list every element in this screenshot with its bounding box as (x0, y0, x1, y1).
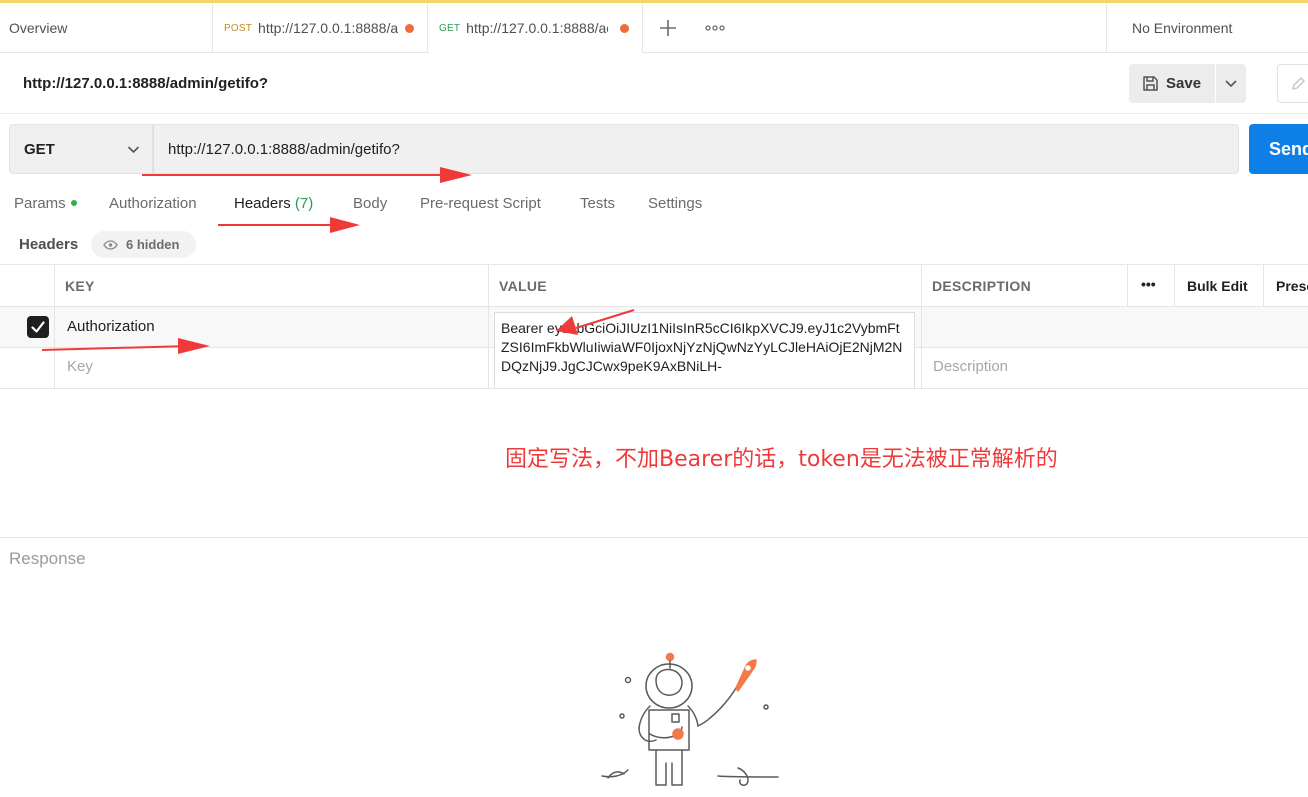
astronaut-rocket-illustration-icon (601, 652, 779, 786)
new-tab-plus-icon[interactable] (653, 15, 683, 41)
headers-section-title: Headers (19, 236, 79, 253)
url-input-value: http://127.0.0.1:8888/admin/getifo? (168, 140, 400, 158)
hidden-headers-toggle[interactable]: 6 hidden (91, 231, 196, 258)
save-button-label: Save (1166, 75, 1202, 92)
title-divider (0, 113, 1308, 114)
table-divider (1263, 264, 1264, 306)
tab-overview[interactable]: Overview (0, 3, 213, 53)
method-select-value: GET (24, 140, 55, 158)
table-divider (1174, 264, 1175, 306)
tab-bar: Overview POST http://127.0.0.1:8888/a GE… (0, 3, 1308, 53)
tab-headers[interactable]: Headers (7) (234, 195, 313, 212)
table-border (0, 388, 1308, 389)
more-tabs-icon[interactable] (700, 15, 730, 41)
tab-settings[interactable]: Settings (648, 195, 702, 212)
tab-tests[interactable]: Tests (580, 195, 615, 212)
edit-pencil-icon[interactable] (1277, 64, 1308, 103)
table-border (0, 264, 1308, 265)
bulk-edit-button[interactable]: Bulk Edit (1187, 278, 1248, 294)
method-select[interactable]: GET (9, 124, 153, 174)
tab-settings-label: Settings (648, 195, 703, 212)
column-header-value: VALUE (499, 278, 547, 294)
checkmark-icon (31, 321, 45, 333)
tab-headers-count: (7) (294, 195, 314, 212)
tab-get-method: GET (439, 22, 461, 34)
save-group: Save (1129, 64, 1246, 103)
table-divider (921, 264, 922, 388)
response-label: Response (9, 549, 86, 568)
request-title[interactable]: http://127.0.0.1:8888/admin/getifo? (23, 75, 268, 92)
environment-selector[interactable]: No Environment (1106, 3, 1308, 53)
response-divider (0, 537, 1308, 538)
method-chevron-down-icon (127, 146, 140, 154)
environment-label: No Environment (1132, 20, 1233, 36)
column-options-more-icon[interactable]: ••• (1141, 276, 1156, 292)
tab-body[interactable]: Body (353, 195, 387, 212)
hidden-headers-label: 6 hidden (126, 237, 180, 252)
save-options-chevron-down-icon[interactable] (1216, 64, 1246, 103)
column-header-description: DESCRIPTION (932, 278, 1031, 294)
new-description-input[interactable]: Description (933, 358, 1008, 375)
tab-get-url: http://127.0.0.1:8888/ac (466, 20, 609, 36)
url-input[interactable]: http://127.0.0.1:8888/admin/getifo? (153, 124, 1239, 174)
tab-pre-request-label: Pre-request Script (420, 195, 541, 212)
tab-post-url: http://127.0.0.1:8888/a (258, 20, 399, 36)
tab-body-label: Body (353, 195, 388, 212)
eye-icon (103, 239, 118, 250)
new-key-input[interactable]: Key (67, 358, 93, 375)
unsaved-dot-icon (405, 24, 414, 33)
tab-authorization[interactable]: Authorization (109, 195, 197, 212)
table-border (0, 306, 1308, 307)
presets-button[interactable]: Presets (1276, 278, 1308, 294)
send-button-label: Send (1269, 138, 1308, 159)
column-header-key: KEY (65, 278, 95, 294)
tab-overview-label: Overview (9, 20, 68, 36)
header-value-input[interactable]: Bearer eyJhbGciOiJIUzI1NiIsInR5cCI6IkpXV… (494, 312, 915, 388)
tab-post-method: POST (224, 22, 253, 34)
tab-params[interactable]: Params (14, 195, 77, 212)
tab-tests-label: Tests (580, 195, 616, 212)
table-divider (488, 264, 489, 388)
table-divider (54, 264, 55, 388)
save-button[interactable]: Save (1129, 64, 1215, 103)
header-key-cell[interactable]: Authorization (67, 318, 155, 335)
tab-pre-request-script[interactable]: Pre-request Script (420, 195, 541, 212)
tab-get-request[interactable]: GET http://127.0.0.1:8888/ac (429, 3, 643, 53)
header-enabled-checkbox[interactable] (27, 316, 49, 338)
tab-post-request[interactable]: POST http://127.0.0.1:8888/a (214, 3, 428, 53)
tab-params-label: Params (14, 195, 66, 212)
tab-authorization-label: Authorization (109, 195, 197, 212)
params-active-dot-icon (70, 200, 77, 207)
save-disk-icon (1143, 76, 1158, 91)
annotation-note: 固定写法，不加Bearer的话，token是无法被正常解析的 (505, 447, 1058, 472)
tab-headers-label: Headers (234, 195, 291, 212)
send-button[interactable]: Send (1249, 124, 1308, 174)
table-divider (1127, 264, 1128, 306)
unsaved-dot-icon (620, 24, 629, 33)
